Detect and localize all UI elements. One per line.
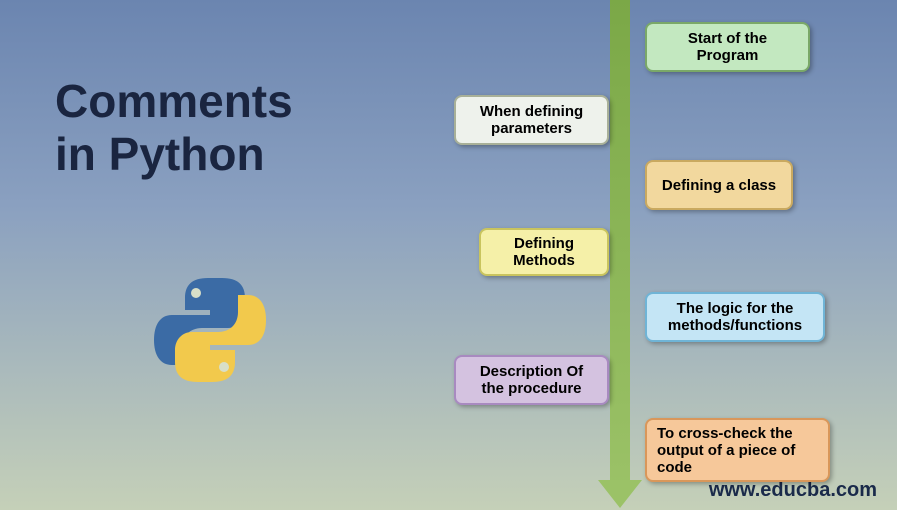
step-defining-methods: Defining Methods (479, 228, 609, 276)
step-label: Start of the Program (661, 30, 794, 64)
step-defining-class: Defining a class (645, 160, 793, 210)
step-label: Defining Methods (495, 235, 593, 269)
step-logic-methods: The logic for the methods/functions (645, 292, 825, 342)
python-logo-icon (150, 270, 270, 390)
step-label: The logic for the methods/functions (661, 300, 809, 334)
title-line-2: in Python (55, 128, 293, 181)
step-label: To cross-check the output of a piece of … (657, 425, 818, 476)
step-label: When defining parameters (470, 103, 593, 137)
step-defining-parameters: When defining parameters (454, 95, 609, 145)
step-description-procedure: Description Of the procedure (454, 355, 609, 405)
flow-arrow-head-icon (598, 480, 642, 508)
step-label: Defining a class (662, 177, 776, 194)
step-label: Description Of the procedure (470, 363, 593, 397)
page-title: Comments in Python (55, 75, 293, 181)
step-start-program: Start of the Program (645, 22, 810, 72)
step-crosscheck-output: To cross-check the output of a piece of … (645, 418, 830, 482)
flow-arrow-line (610, 0, 630, 490)
footer-url: www.educba.com (709, 479, 877, 502)
title-line-1: Comments (55, 75, 293, 128)
